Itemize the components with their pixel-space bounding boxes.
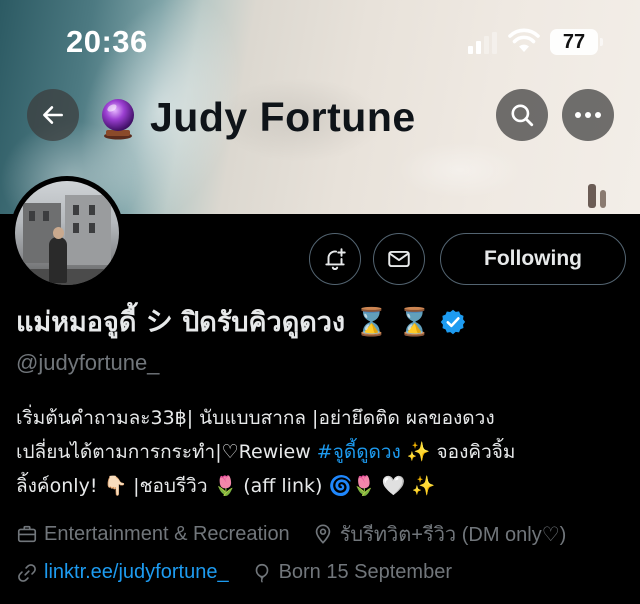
briefcase-icon [17, 525, 37, 543]
more-horizontal-icon [575, 112, 601, 118]
arrow-left-icon [43, 106, 63, 124]
search-button[interactable] [496, 89, 548, 141]
bio-line: เปลี่ยนได้ตามการกระทำ|♡Rewiew #จูดี้ดูดว… [16, 435, 628, 469]
bio-text: ✨ จองคิวจิ้ม [400, 441, 516, 463]
crystal-ball-icon [102, 98, 134, 139]
notifications-button[interactable] [309, 233, 361, 285]
envelope-icon [388, 250, 410, 268]
avatar[interactable] [10, 176, 124, 290]
search-icon [511, 104, 534, 127]
user-handle: @judyfortune_ [16, 350, 160, 375]
website-item[interactable]: linktr.ee/judyfortune_ [16, 561, 229, 584]
bio-line: เริ่มต้นคำถามละ33฿| นับแบบสากล |อย่ายึดต… [16, 407, 495, 429]
header-title: Judy Fortune [96, 94, 416, 141]
verified-badge-icon[interactable] [439, 308, 467, 336]
message-button[interactable] [373, 233, 425, 285]
birthday-label: Born 15 September [278, 561, 452, 583]
bio-text: เปลี่ยนได้ตามการกระทำ|♡Rewiew [16, 441, 317, 463]
birthday-item: Born 15 September [251, 561, 452, 584]
bio-line: ลิ้งค์only! 👇🏻 |ชอบรีวิว 🌷 (aff link) 🌀🌷… [16, 475, 436, 497]
website-link[interactable]: linktr.ee/judyfortune_ [44, 561, 229, 584]
more-options-button[interactable] [562, 89, 614, 141]
bell-plus-icon [325, 248, 346, 270]
balloon-icon [255, 563, 268, 582]
wifi-icon [508, 28, 540, 52]
link-icon [18, 563, 36, 582]
status-time: 20:36 [66, 24, 148, 59]
battery-indicator: 77 [550, 29, 603, 55]
display-name: แม่หมอจูดี้ シ ปิดรับคิวดูดวง ⌛️ ⌛️ [16, 307, 432, 338]
banner-figure [600, 190, 606, 208]
location-label: รับรีทวิต+รีวิว (DM only♡) [339, 524, 567, 546]
category-label: Entertainment & Recreation [44, 522, 290, 545]
back-button[interactable] [27, 89, 79, 141]
location-item: รับรีทวิต+รีวิว (DM only♡) [312, 518, 567, 550]
category-item: Entertainment & Recreation [16, 523, 290, 546]
display-name-row: แม่หมอจูดี้ シ ปิดรับคิวดูดวง ⌛️ ⌛️ [16, 300, 467, 343]
bio-hashtag-link[interactable]: #จูดี้ดูดวง [317, 441, 401, 463]
following-button[interactable]: Following [440, 233, 626, 285]
avatar-photo [15, 181, 119, 285]
profile-meta-row: Entertainment & Recreation รับรีทวิต+รีว… [16, 518, 588, 550]
header-name: Judy Fortune [150, 94, 416, 140]
profile-bio: เริ่มต้นคำถามละ33฿| นับแบบสากล |อย่ายึดต… [16, 401, 628, 503]
banner-figure [588, 184, 596, 208]
profile-meta-row: linktr.ee/judyfortune_ Born 15 September [16, 561, 474, 584]
cellular-signal-icon [468, 32, 497, 54]
location-pin-icon [315, 524, 330, 544]
